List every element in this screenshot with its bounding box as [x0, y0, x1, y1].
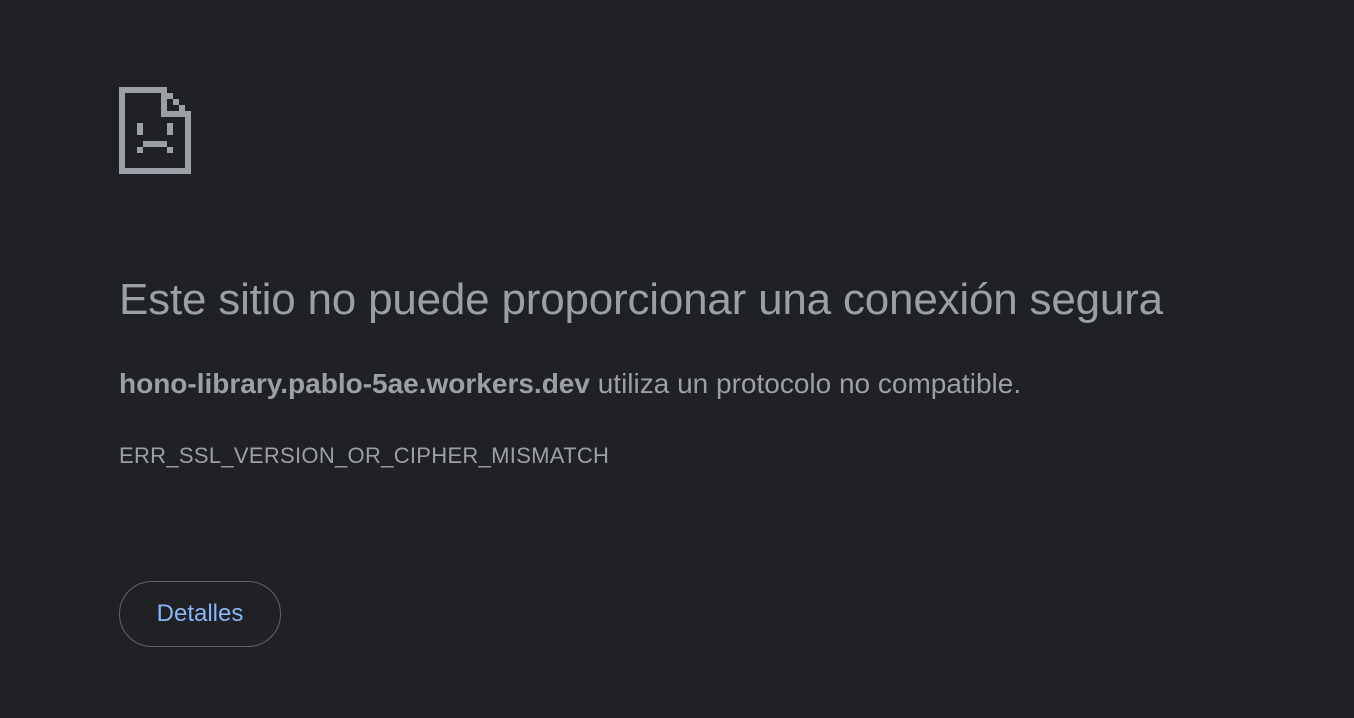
details-button[interactable]: Detalles [119, 581, 281, 647]
error-message-text: utiliza un protocolo no compatible. [589, 368, 1022, 399]
host-name: hono-library.pablo-5ae.workers.dev [119, 368, 590, 399]
page-title: Este sitio no puede proporcionar una con… [119, 275, 1163, 324]
error-message: hono-library.pablo-5ae.workers.dev utili… [119, 366, 1021, 402]
sad-page-icon [119, 87, 191, 174]
error-code: ERR_SSL_VERSION_OR_CIPHER_MISMATCH [119, 443, 610, 468]
